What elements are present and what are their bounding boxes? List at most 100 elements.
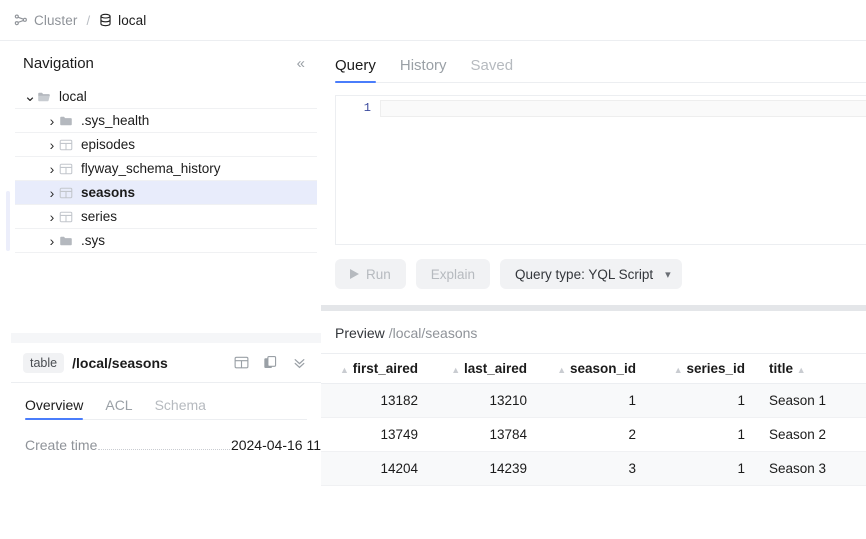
tab-overview[interactable]: Overview [25, 397, 83, 420]
table-icon [59, 162, 81, 176]
object-panel-header: table /local/seasons [11, 343, 321, 383]
folder-icon [59, 114, 81, 128]
chevron-right-icon[interactable]: › [45, 233, 59, 249]
nodes-icon [14, 13, 28, 27]
property-row: Create time2024-04-16 11 [11, 420, 321, 454]
chevron-right-icon[interactable]: › [45, 209, 59, 225]
tree-item-series[interactable]: › series [15, 205, 317, 229]
chevron-down-icon[interactable]: ⌄ [23, 94, 37, 100]
tree-item-episodes[interactable]: › episodes [15, 133, 317, 157]
run-button-label: Run [366, 267, 391, 282]
tree-item-label: series [81, 209, 117, 224]
sort-asc-icon: ▲ [557, 365, 566, 375]
table-icon[interactable] [234, 355, 249, 370]
breadcrumb-cluster-label: Cluster [34, 13, 77, 28]
table-cell: 1 [648, 418, 757, 452]
folder-open-icon [37, 90, 59, 104]
property-key: Create time [25, 437, 97, 453]
chevron-right-icon[interactable]: › [45, 185, 59, 201]
table-cell: 13784 [430, 418, 539, 452]
breadcrumb-separator: / [86, 13, 90, 28]
table-cell: 1 [648, 452, 757, 486]
table-row[interactable]: 142041423931Season 3 [321, 452, 866, 486]
object-panel-tabs: Overview ACL Schema [11, 383, 321, 420]
column-header-first-aired[interactable]: ▲ first_aired [321, 354, 430, 384]
table-cell: 13182 [321, 384, 430, 418]
chevron-right-icon[interactable]: › [45, 113, 59, 129]
app-body: Navigation « ⌄local›.sys_health›episodes… [0, 41, 866, 539]
tree-item-sys[interactable]: › .sys [15, 229, 317, 253]
editor-active-line[interactable] [380, 100, 866, 117]
query-tab-saved[interactable]: Saved [471, 57, 514, 83]
column-header-season-id[interactable]: ▲ season_id [539, 354, 648, 384]
copy-icon[interactable] [263, 355, 278, 370]
table-cell: Season 3 [757, 452, 866, 486]
chevron-down-icon: ▾ [665, 268, 671, 281]
tab-acl[interactable]: ACL [105, 397, 132, 420]
preview-title: Preview /local/seasons [321, 311, 866, 353]
results-body: 131821321011Season 1137491378421Season 2… [321, 384, 866, 486]
breadcrumb-item-cluster[interactable]: Cluster [14, 13, 77, 28]
query-tab-history[interactable]: History [400, 57, 447, 83]
table-cell: 1 [539, 384, 648, 418]
editor-code-area[interactable] [380, 96, 866, 244]
sort-asc-icon: ▲ [451, 365, 460, 375]
tree-item-label: seasons [81, 185, 135, 200]
column-header-series-id[interactable]: ▲ series_id [648, 354, 757, 384]
table-cell: 13210 [430, 384, 539, 418]
table-icon [59, 210, 81, 224]
table-row[interactable]: 131821321011Season 1 [321, 384, 866, 418]
query-editor[interactable]: 1 [335, 95, 866, 245]
tree-item-label: episodes [81, 137, 135, 152]
query-type-select[interactable]: Query type: YQL Script ▾ [500, 259, 682, 289]
tree-item-label: .sys [81, 233, 105, 248]
explain-button[interactable]: Explain [416, 259, 490, 289]
column-header-last-aired[interactable]: ▲ last_aired [430, 354, 539, 384]
results-table: ▲ first_aired▲ last_aired▲ season_id▲ se… [321, 353, 866, 486]
left-column: Navigation « ⌄local›.sys_health›episodes… [11, 41, 321, 539]
navigation-header: Navigation « [11, 41, 321, 85]
query-toolbar: Run Explain Query type: YQL Script ▾ [321, 245, 866, 289]
preview-title-prefix: Preview [335, 325, 385, 341]
chevron-double-down-icon[interactable] [292, 355, 307, 370]
column-header-label: last_aired [464, 361, 527, 376]
chevron-double-left-icon[interactable]: « [293, 54, 309, 73]
table-row[interactable]: 137491378421Season 2 [321, 418, 866, 452]
column-header-title[interactable]: title ▲ [757, 354, 866, 384]
right-column: Query History Saved 1 Run Explain Query ty… [321, 41, 866, 539]
object-panel: table /local/seasons [11, 343, 321, 539]
sort-asc-icon: ▲ [340, 365, 349, 375]
table-icon [59, 186, 81, 200]
sort-asc-icon: ▲ [797, 365, 806, 375]
run-button[interactable]: Run [335, 259, 406, 289]
chevron-right-icon[interactable]: › [45, 137, 59, 153]
object-panel-actions [234, 355, 307, 370]
table-cell: Season 1 [757, 384, 866, 418]
column-header-label: season_id [570, 361, 636, 376]
table-icon [59, 138, 81, 152]
database-icon [99, 13, 112, 27]
chevron-right-icon[interactable]: › [45, 161, 59, 177]
tree-item-label: flyway_schema_history [81, 161, 221, 176]
explain-button-label: Explain [431, 267, 475, 282]
breadcrumb: Cluster / local [0, 0, 866, 41]
table-cell: 13749 [321, 418, 430, 452]
tree-item-flyway-schema-history[interactable]: › flyway_schema_history [15, 157, 317, 181]
navigation-title: Navigation [23, 55, 94, 72]
table-cell: 3 [539, 452, 648, 486]
tree-item-sys-health[interactable]: ›.sys_health [15, 109, 317, 133]
tree-item-seasons[interactable]: › seasons [15, 181, 317, 205]
table-cell: 1 [648, 384, 757, 418]
left-rail [0, 41, 11, 539]
tree-item-local[interactable]: ⌄ local [15, 85, 317, 109]
query-tab-query[interactable]: Query [335, 57, 376, 83]
tree-item-label: local [59, 89, 87, 104]
object-type-badge: table [23, 353, 64, 373]
editor-gutter: 1 [336, 96, 380, 244]
property-leader [98, 449, 230, 450]
breadcrumb-item-database[interactable]: local [99, 13, 146, 28]
table-cell: 2 [539, 418, 648, 452]
navigation-panel: Navigation « ⌄local›.sys_health›episodes… [11, 41, 321, 333]
rail-scroll-track[interactable] [6, 191, 10, 251]
tab-schema[interactable]: Schema [155, 397, 206, 420]
